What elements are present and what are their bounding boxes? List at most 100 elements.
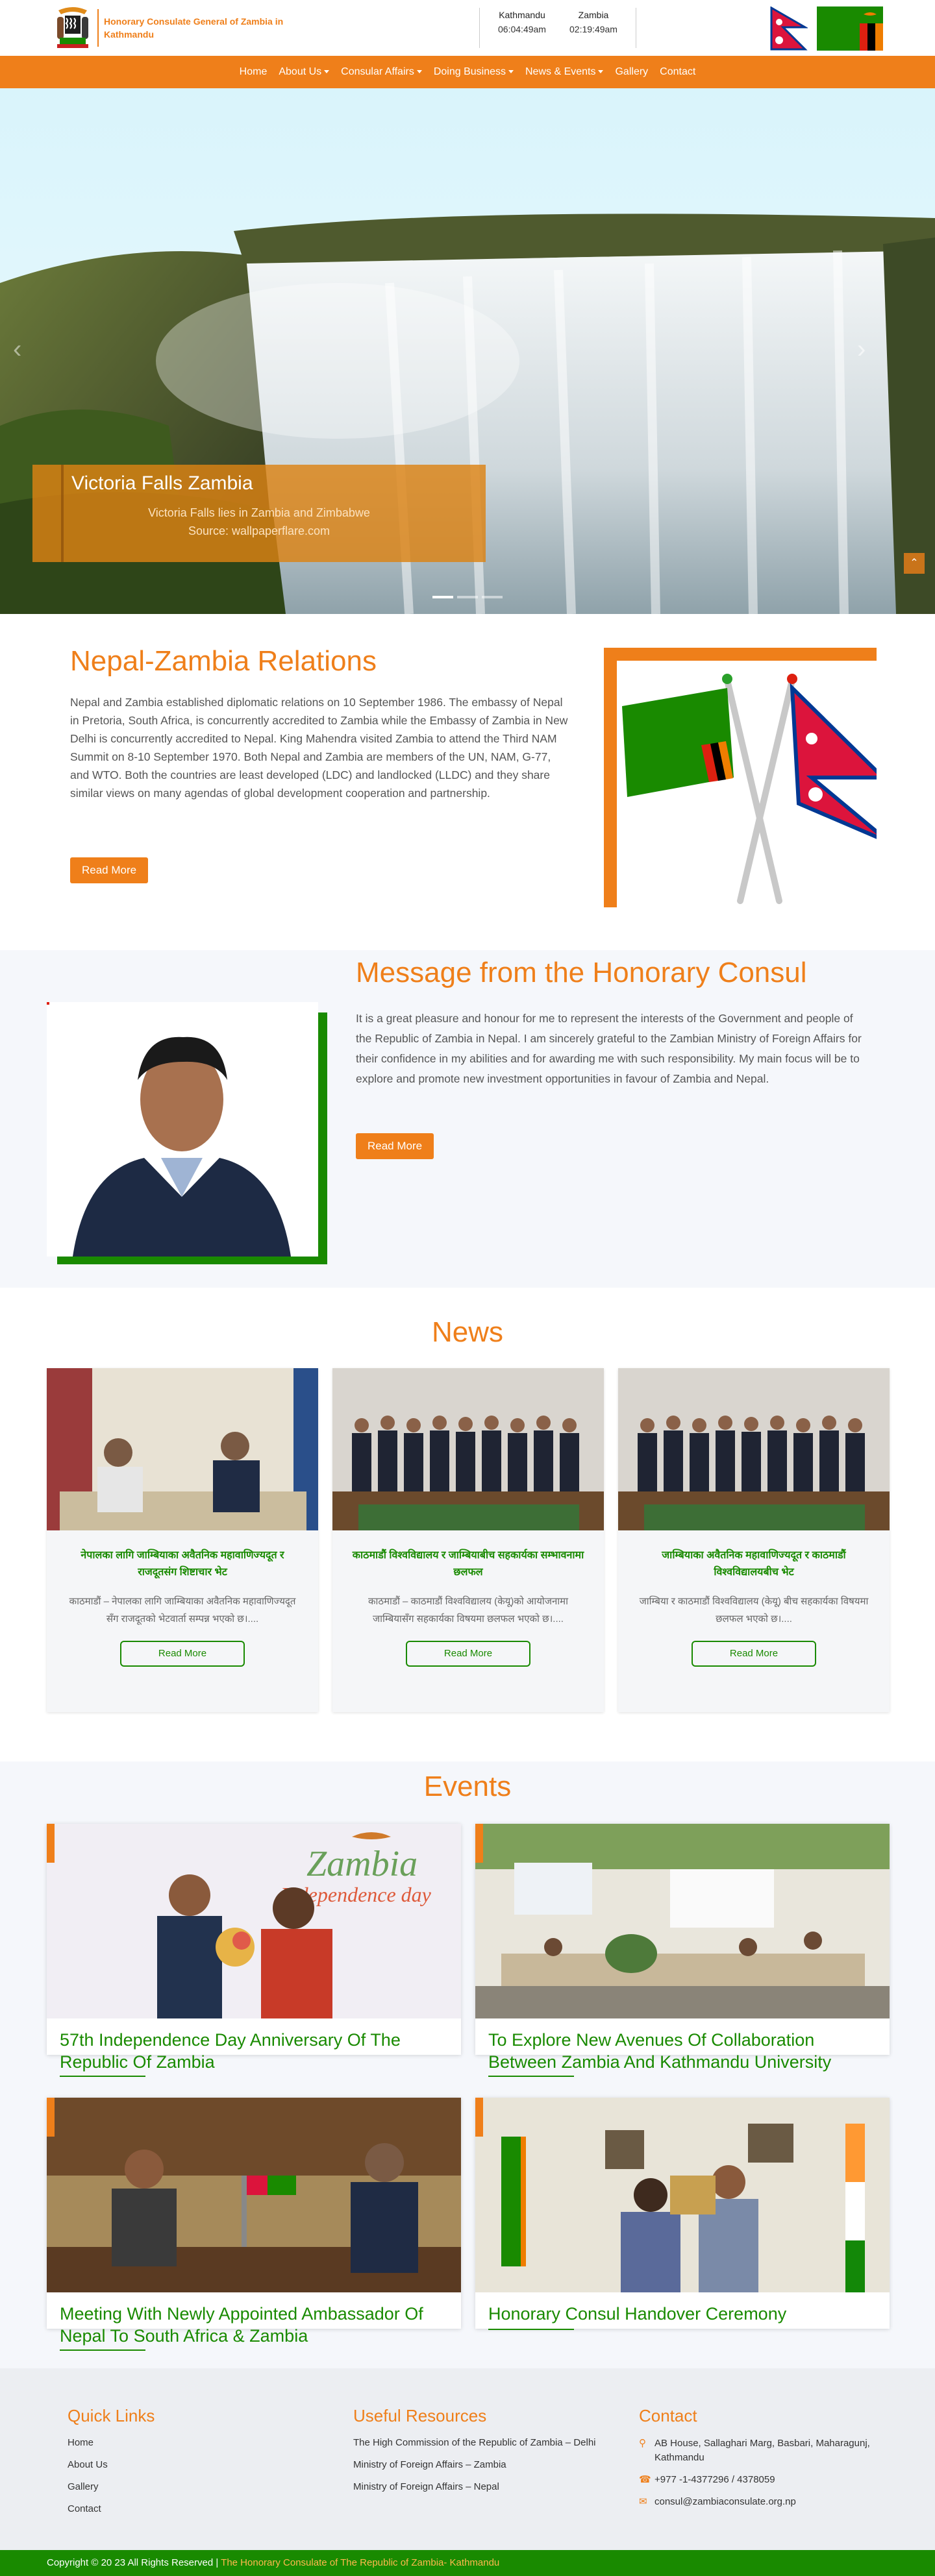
event-title-underline xyxy=(60,2349,145,2351)
footer-link-home[interactable]: Home xyxy=(68,2436,301,2449)
logo-divider xyxy=(97,9,99,47)
copyright-text: Copyright © 20 23 All Rights Reserved | xyxy=(47,2557,219,2568)
envelope-icon: ✉ xyxy=(639,2496,647,2507)
news-read-more-button[interactable]: Read More xyxy=(406,1641,530,1667)
clock-city: Zambia xyxy=(578,10,609,20)
news-image xyxy=(332,1368,604,1530)
hero-source: Source: wallpaperflare.com xyxy=(188,524,330,537)
footer-phone[interactable]: ☎ +977 -1-4377296 / 4378059 xyxy=(639,2473,886,2487)
footer-link-about[interactable]: About Us xyxy=(68,2459,301,2472)
carousel-indicator-1[interactable] xyxy=(432,596,453,598)
events-section: Events Zambia Independence day 57th Inde… xyxy=(0,1761,935,2368)
footer-link-contact[interactable]: Contact xyxy=(68,2503,301,2516)
event-image xyxy=(475,2098,890,2292)
carousel-indicators xyxy=(432,596,503,598)
hero-caption: Victoria Falls Zambia Victoria Falls lie… xyxy=(32,465,486,562)
nav-news-events[interactable]: News & Events xyxy=(523,66,606,78)
nav-home[interactable]: Home xyxy=(237,66,270,78)
footer-link-mofa-nepal[interactable]: Ministry of Foreign Affairs – Nepal xyxy=(353,2481,600,2494)
clock-city: Kathmandu xyxy=(499,10,545,20)
news-image xyxy=(47,1368,318,1530)
logo-text: Honorary Consulate General of Zambia in … xyxy=(104,16,284,40)
event-accent xyxy=(47,1824,55,1863)
world-clocks: Kathmandu 06:04:49am Zambia 02:19:49am xyxy=(479,8,636,48)
news-excerpt: काठमाडौं – नेपालका लागि जाम्बियाका अवैतन… xyxy=(69,1596,296,1625)
clock-kathmandu: Kathmandu 06:04:49am xyxy=(486,8,558,48)
zambia-flag-icon xyxy=(817,6,883,51)
relations-read-more-button[interactable]: Read More xyxy=(70,857,149,883)
footer-phone-text: +977 -1-4377296 / 4378059 xyxy=(654,2474,775,2485)
event-title[interactable]: To Explore New Avenues Of Collaboration … xyxy=(488,2029,878,2073)
nav-doing-business[interactable]: Doing Business xyxy=(431,66,516,78)
footer-email[interactable]: ✉ consul@zambiaconsulate.org.np xyxy=(639,2495,886,2509)
caret-down-icon xyxy=(324,70,330,74)
news-card: काठमाडौं विश्वविद्यालय र जाम्बियाबीच सहक… xyxy=(332,1368,604,1712)
carousel-indicator-3[interactable] xyxy=(482,596,503,598)
event-image xyxy=(475,1824,890,2018)
news-read-more-button[interactable]: Read More xyxy=(120,1641,245,1667)
scroll-to-top-chevron-up-icon[interactable]: ⌃ xyxy=(904,553,925,574)
site-logo[interactable]: Honorary Consulate General of Zambia in … xyxy=(53,5,299,51)
news-card: जाम्बियाका अवैतनिक महावाणिज्यदूत र काठमा… xyxy=(618,1368,890,1712)
event-title[interactable]: 57th Independence Day Anniversary Of The… xyxy=(60,2029,449,2073)
news-read-more-button[interactable]: Read More xyxy=(692,1641,816,1667)
nav-gallery[interactable]: Gallery xyxy=(612,66,651,78)
event-accent xyxy=(475,1824,483,1863)
nav-label: Contact xyxy=(660,66,696,77)
news-excerpt: जाम्बिया र काठमाडौं विश्वविद्यालय (केयू)… xyxy=(639,1596,869,1625)
news-headline[interactable]: काठमाडौं विश्वविद्यालय र जाम्बियाबीच सहक… xyxy=(349,1547,587,1581)
main-nav: Home About Us Consular Affairs Doing Bus… xyxy=(0,56,935,88)
news-card: नेपालका लागि जाम्बियाका अवैतनिक महावाणिज… xyxy=(47,1368,318,1712)
carousel-next-chevron-right-icon[interactable]: › xyxy=(857,335,866,364)
footer-link-zambia-high-commission[interactable]: The High Commission of the Republic of Z… xyxy=(353,2436,600,2449)
hero-title: Victoria Falls Zambia xyxy=(71,472,253,494)
footer-quick-links: Quick Links Home About Us Gallery Contac… xyxy=(68,2406,301,2525)
clock-zambia: Zambia 02:19:49am xyxy=(558,8,629,48)
news-image xyxy=(618,1368,890,1530)
phone-icon: ☎ xyxy=(639,2474,651,2485)
event-title[interactable]: Meeting With Newly Appointed Ambassador … xyxy=(60,2303,449,2347)
nav-contact[interactable]: Contact xyxy=(657,66,698,78)
news-headline[interactable]: नेपालका लागि जाम्बियाका अवैतनिक महावाणिज… xyxy=(64,1547,301,1581)
event-accent xyxy=(47,2098,55,2137)
nav-label: About Us xyxy=(279,66,322,77)
copyright-bar: Copyright © 20 23 All Rights Reserved | … xyxy=(0,2550,935,2576)
footer-link-gallery[interactable]: Gallery xyxy=(68,2481,301,2494)
event-accent xyxy=(475,2098,483,2137)
carousel-indicator-2[interactable] xyxy=(457,596,478,598)
footer-email-text: consul@zambiaconsulate.org.np xyxy=(654,2496,796,2507)
clock-time: 02:19:49am xyxy=(569,24,617,34)
news-excerpt: काठमाडौं – काठमाडौं विश्वविद्यालय (केयू)… xyxy=(368,1596,569,1625)
news-title: News xyxy=(431,1316,504,1348)
relations-text: Nepal and Zambia established diplomatic … xyxy=(70,696,568,800)
event-card[interactable]: Zambia Independence day 57th Independenc… xyxy=(47,1824,461,2077)
hero-subtitle: Victoria Falls lies in Zambia and Zimbab… xyxy=(148,506,370,519)
consul-message-section: Message from the Honorary Consul It is a… xyxy=(0,950,935,1288)
nav-consular-affairs[interactable]: Consular Affairs xyxy=(338,66,425,78)
events-title: Events xyxy=(423,1771,512,1802)
nav-about-us[interactable]: About Us xyxy=(276,66,332,78)
nav-label: Consular Affairs xyxy=(341,66,414,77)
event-card[interactable]: Meeting With Newly Appointed Ambassador … xyxy=(47,2098,461,2351)
footer-link-mofa-zambia[interactable]: Ministry of Foreign Affairs – Zambia xyxy=(353,2459,600,2472)
nepal-flag-icon xyxy=(770,6,808,51)
relations-section: Nepal-Zambia Relations Nepal and Zambia … xyxy=(0,614,935,950)
event-banner-text: Zambia xyxy=(306,1844,418,1884)
relations-title: Nepal-Zambia Relations xyxy=(70,645,377,677)
caret-down-icon xyxy=(416,70,422,74)
footer-address: ⚲ AB House, Sallaghari Marg, Basbari, Ma… xyxy=(639,2436,886,2465)
caret-down-icon xyxy=(508,70,514,74)
consul-read-more-button[interactable]: Read More xyxy=(356,1133,434,1159)
carousel-prev-chevron-left-icon[interactable]: ‹ xyxy=(13,335,21,364)
event-card[interactable]: Honorary Consul Handover Ceremony xyxy=(475,2098,890,2330)
site-footer: Quick Links Home About Us Gallery Contac… xyxy=(0,2368,935,2550)
event-title[interactable]: Honorary Consul Handover Ceremony xyxy=(488,2303,878,2325)
news-section: News नेपालका लागि जाम्बियाका अवैतनिक महा… xyxy=(0,1288,935,1761)
hero-carousel: ‹ › Victoria Falls Zambia Victoria Falls… xyxy=(0,88,935,614)
event-card[interactable]: To Explore New Avenues Of Collaboration … xyxy=(475,1824,890,2077)
news-headline[interactable]: जाम्बियाका अवैतनिक महावाणिज्यदूत र काठमा… xyxy=(635,1547,873,1581)
event-title-underline xyxy=(60,2076,145,2077)
top-header: Honorary Consulate General of Zambia in … xyxy=(0,0,935,56)
copyright-org-link[interactable]: The Honorary Consulate of The Republic o… xyxy=(221,2557,499,2568)
consul-text: It is a great pleasure and honour for me… xyxy=(356,1012,862,1085)
